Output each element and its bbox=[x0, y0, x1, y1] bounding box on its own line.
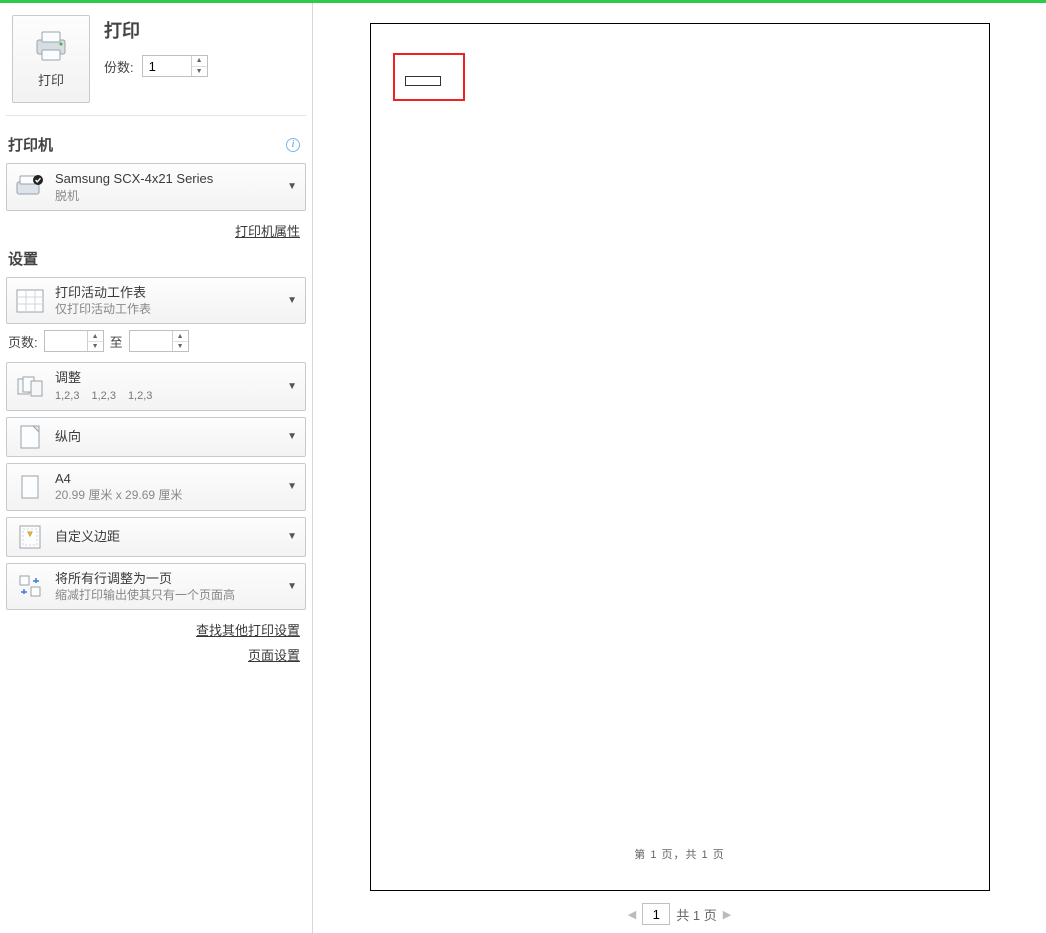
print-sidebar: 打印 打印 份数: ▲ ▼ 打印机 i bbox=[0, 3, 312, 933]
current-page-input[interactable] bbox=[642, 903, 670, 925]
printer-properties-row: 打印机属性 bbox=[6, 217, 306, 240]
collate-seq-3: 1,2,3 bbox=[128, 389, 152, 404]
collate-seq-1: 1,2,3 bbox=[55, 389, 79, 404]
chevron-down-icon: ▼ bbox=[287, 581, 297, 592]
info-icon[interactable]: i bbox=[286, 138, 300, 152]
prev-page-icon[interactable]: ◀ bbox=[628, 908, 636, 921]
page-setup-link[interactable]: 页面设置 bbox=[248, 648, 300, 663]
scaling-primary: 将所有行调整为一页 bbox=[55, 570, 277, 588]
chevron-down-icon: ▼ bbox=[287, 431, 297, 442]
spinner-down-icon[interactable]: ▼ bbox=[173, 342, 188, 352]
spinner-arrows: ▲ ▼ bbox=[172, 331, 188, 351]
spinner-down-icon[interactable]: ▼ bbox=[192, 67, 207, 77]
margins-text: 自定义边距 bbox=[55, 528, 277, 546]
scaling-text: 将所有行调整为一页 缩减打印输出使其只有一个页面高 bbox=[55, 570, 277, 604]
page-navigator: ◀ 共 1 页 ▶ bbox=[628, 903, 731, 925]
spinner-down-icon[interactable]: ▼ bbox=[88, 342, 103, 352]
page-preview: 第 1 页，共 1 页 bbox=[370, 23, 990, 891]
print-header-row: 打印 打印 份数: ▲ ▼ bbox=[6, 9, 306, 116]
portrait-icon bbox=[15, 424, 45, 450]
pages-label: 页数: bbox=[8, 332, 38, 351]
print-button-label: 打印 bbox=[38, 70, 64, 89]
orientation-text: 纵向 bbox=[55, 428, 277, 446]
margins-primary: 自定义边距 bbox=[55, 528, 277, 546]
spinner-up-icon[interactable]: ▲ bbox=[173, 331, 188, 342]
scaling-selector[interactable]: 将所有行调整为一页 缩减打印输出使其只有一个页面高 ▼ bbox=[6, 563, 306, 611]
copies-input[interactable] bbox=[143, 56, 191, 76]
worksheet-icon bbox=[15, 289, 45, 313]
preview-cell bbox=[405, 76, 441, 86]
what-to-print-text: 打印活动工作表 仅打印活动工作表 bbox=[55, 284, 277, 318]
settings-section-title: 设置 bbox=[8, 248, 306, 269]
margins-selector[interactable]: 自定义边距 ▼ bbox=[6, 517, 306, 557]
collate-primary: 调整 bbox=[55, 369, 277, 387]
copies-label: 份数: bbox=[104, 57, 134, 76]
preview-footer-text: 第 1 页，共 1 页 bbox=[371, 846, 989, 862]
printer-selector-text: Samsung SCX-4x21 Series 脱机 bbox=[55, 170, 277, 204]
pages-to-spinner[interactable]: ▲ ▼ bbox=[129, 330, 189, 352]
orientation-primary: 纵向 bbox=[55, 428, 277, 446]
printer-icon bbox=[33, 30, 69, 62]
printer-status: 脱机 bbox=[55, 188, 277, 204]
other-print-settings-link[interactable]: 查找其他打印设置 bbox=[196, 623, 300, 638]
collate-sequence: 1,2,3 1,2,3 1,2,3 bbox=[55, 389, 277, 404]
chevron-down-icon: ▼ bbox=[287, 531, 297, 542]
print-header-right: 打印 份数: ▲ ▼ bbox=[104, 15, 208, 77]
printer-selector[interactable]: Samsung SCX-4x21 Series 脱机 ▼ bbox=[6, 163, 306, 211]
collate-text: 调整 1,2,3 1,2,3 1,2,3 bbox=[55, 369, 277, 403]
spinner-arrows: ▲ ▼ bbox=[191, 56, 207, 76]
chevron-down-icon: ▼ bbox=[287, 481, 297, 492]
paper-primary: A4 bbox=[55, 470, 277, 488]
copies-spinner[interactable]: ▲ ▼ bbox=[142, 55, 208, 77]
what-to-print-primary: 打印活动工作表 bbox=[55, 284, 277, 302]
pages-to-input[interactable] bbox=[130, 331, 172, 351]
chevron-down-icon: ▼ bbox=[287, 381, 297, 392]
spinner-up-icon[interactable]: ▲ bbox=[88, 331, 103, 342]
printer-section-header: 打印机 i bbox=[6, 126, 306, 163]
paper-secondary: 20.99 厘米 x 29.69 厘米 bbox=[55, 487, 277, 503]
printer-section-title: 打印机 bbox=[8, 134, 53, 155]
what-to-print-selector[interactable]: 打印活动工作表 仅打印活动工作表 ▼ bbox=[6, 277, 306, 325]
other-settings-row: 查找其他打印设置 bbox=[6, 616, 306, 639]
orientation-selector[interactable]: 纵向 ▼ bbox=[6, 417, 306, 457]
print-button[interactable]: 打印 bbox=[12, 15, 90, 103]
paper-icon bbox=[15, 474, 45, 500]
chevron-down-icon: ▼ bbox=[287, 181, 297, 192]
chevron-down-icon: ▼ bbox=[287, 295, 297, 306]
printer-status-icon bbox=[15, 174, 45, 200]
page-setup-row: 页面设置 bbox=[6, 641, 306, 664]
collate-selector[interactable]: 调整 1,2,3 1,2,3 1,2,3 ▼ bbox=[6, 362, 306, 410]
print-backstage: 打印 打印 份数: ▲ ▼ 打印机 i bbox=[0, 0, 1046, 933]
spinner-arrows: ▲ ▼ bbox=[87, 331, 103, 351]
pages-from-input[interactable] bbox=[45, 331, 87, 351]
collate-icon bbox=[15, 375, 45, 399]
print-preview-area: 第 1 页，共 1 页 ◀ 共 1 页 ▶ bbox=[312, 3, 1046, 933]
print-title: 打印 bbox=[104, 17, 208, 43]
printer-properties-link[interactable]: 打印机属性 bbox=[235, 224, 300, 239]
pages-to-label: 至 bbox=[110, 332, 123, 351]
what-to-print-secondary: 仅打印活动工作表 bbox=[55, 301, 277, 317]
pages-range-row: 页数: ▲ ▼ 至 ▲ ▼ bbox=[8, 330, 306, 352]
total-pages-label: 共 1 页 bbox=[676, 905, 716, 924]
pages-from-spinner[interactable]: ▲ ▼ bbox=[44, 330, 104, 352]
spinner-up-icon[interactable]: ▲ bbox=[192, 56, 207, 67]
margins-icon bbox=[15, 524, 45, 550]
copies-row: 份数: ▲ ▼ bbox=[104, 55, 208, 77]
scaling-secondary: 缩减打印输出使其只有一个页面高 bbox=[55, 587, 277, 603]
paper-size-text: A4 20.99 厘米 x 29.69 厘米 bbox=[55, 470, 277, 504]
fit-rows-icon bbox=[15, 573, 45, 599]
next-page-icon[interactable]: ▶ bbox=[723, 908, 731, 921]
collate-seq-2: 1,2,3 bbox=[91, 389, 115, 404]
paper-size-selector[interactable]: A4 20.99 厘米 x 29.69 厘米 ▼ bbox=[6, 463, 306, 511]
printer-name: Samsung SCX-4x21 Series bbox=[55, 170, 277, 188]
